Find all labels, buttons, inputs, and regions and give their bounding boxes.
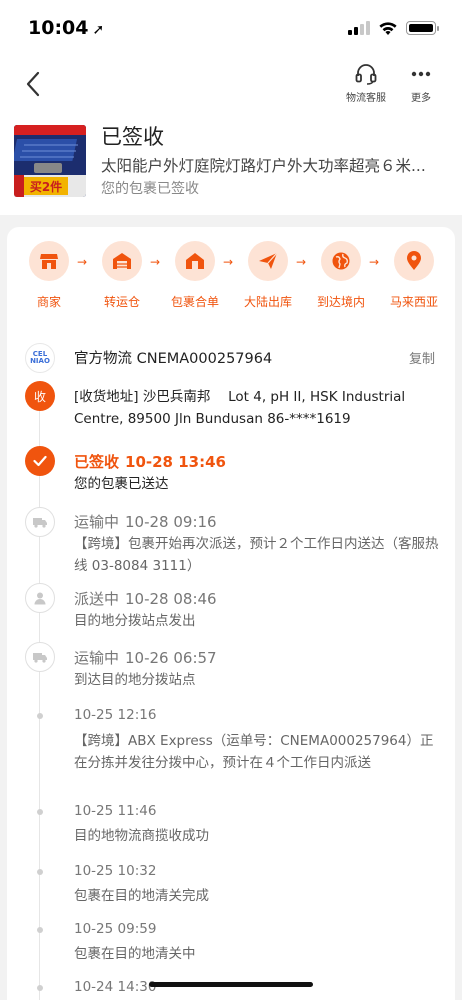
location-pin-icon xyxy=(394,241,434,281)
battery-icon xyxy=(406,21,439,35)
courier-person-icon xyxy=(25,583,55,613)
product-thumbnail[interactable]: 买2件 xyxy=(14,125,86,197)
more-button[interactable]: 更多 xyxy=(409,62,433,104)
step-label: 转运仓 xyxy=(103,295,140,309)
timeline-dot xyxy=(37,713,43,719)
truck-icon xyxy=(25,642,55,672)
event-time: 10-25 09:59 xyxy=(74,921,157,937)
event-description: 包裹在目的地清关完成 xyxy=(74,888,209,904)
check-icon xyxy=(25,446,55,476)
solar-lamp-image: 买2件 xyxy=(14,125,86,197)
event-title: 派送中 10-28 08:46 xyxy=(74,590,217,608)
step-arrived-domestic: 到达境内 xyxy=(304,241,378,310)
cellular-signal-icon xyxy=(348,21,370,35)
timeline-line xyxy=(39,399,40,1000)
step-label: 到达境内 xyxy=(316,295,365,309)
shipping-address: [收货地址] 沙巴兵南邦 Lot 4, pH II, HSK Industria… xyxy=(74,389,406,427)
event-description: 目的地分拨站点发出 xyxy=(74,613,196,629)
delivery-status-title: 已签收 xyxy=(101,125,164,149)
location-arrow-icon: ➚ xyxy=(92,22,105,38)
back-button[interactable] xyxy=(18,66,48,102)
package-merge-icon xyxy=(175,241,215,281)
step-label: 大陆出库 xyxy=(243,295,292,309)
step-mainland-departure: 大陆出库 xyxy=(231,241,305,310)
event-title: 运输中 10-26 06:57 xyxy=(74,649,217,667)
event-time: 10-25 10:32 xyxy=(74,863,157,879)
timeline-dot xyxy=(37,985,43,991)
nav-bar: 物流客服 更多 xyxy=(0,56,462,111)
step-malaysia: 马来西亚 xyxy=(377,241,451,310)
step-label: 马来西亚 xyxy=(389,295,438,309)
event-description: 到达目的地分拨站点 xyxy=(74,672,196,688)
timeline-dot xyxy=(37,869,43,875)
delivery-status-subtitle: 您的包裹已签收 xyxy=(101,181,199,197)
plane-icon xyxy=(248,241,288,281)
tracking-timeline: 收 [收货地址] 沙巴兵南邦 Lot 4, pH II, HSK Industr… xyxy=(7,377,455,1000)
headset-icon xyxy=(355,64,377,85)
tracking-number: 官方物流 CNEMA000257964 xyxy=(74,351,273,367)
copy-button[interactable]: 复制 xyxy=(409,348,435,367)
step-transfer-warehouse: 转运仓 xyxy=(85,241,159,310)
event-description: 【跨境】包裹开始再次派送，预计２个工作日内送达（客服热线 03-8084 311… xyxy=(74,536,439,574)
receive-address-icon: 收 xyxy=(25,381,55,411)
more-label: 更多 xyxy=(411,93,431,104)
timeline-dot xyxy=(37,809,43,815)
event-title: 已签收 10-28 13:46 xyxy=(74,453,226,471)
more-dots-icon xyxy=(411,71,431,77)
logistics-service-button[interactable]: 物流客服 xyxy=(346,62,386,104)
order-header: 买2件 已签收 太阳能户外灯庭院灯路灯户外大功率超亮６米... 您的包裹已签收 xyxy=(0,111,462,215)
event-time: 10-24 14:30 xyxy=(74,979,157,995)
shop-icon xyxy=(29,241,69,281)
svg-text:买2件: 买2件 xyxy=(30,179,62,194)
carrier-logo: CEL NIAO xyxy=(25,343,55,373)
status-bar: 10:04 ➚ xyxy=(0,0,462,56)
step-label: 包裹合单 xyxy=(170,295,219,309)
wifi-icon xyxy=(379,21,397,35)
chevron-left-icon xyxy=(26,71,40,97)
home-indicator[interactable] xyxy=(149,982,313,987)
event-title: 运输中 10-28 09:16 xyxy=(74,513,217,531)
step-label: 商家 xyxy=(36,295,61,309)
event-description: 【跨境】ABX Express（运单号：CNEMA000257964）正在分拣并… xyxy=(74,733,434,771)
logistics-card: 商家 → 转运仓 → 包裹合单 → 大陆出库 → 到达境内 → 马来西亚 CEL… xyxy=(7,227,455,1000)
globe-icon xyxy=(321,241,361,281)
logistics-service-label: 物流客服 xyxy=(346,93,386,104)
truck-icon xyxy=(25,507,55,537)
clock: 10:04 ➚ xyxy=(28,17,105,39)
carrier-row: CEL NIAO 官方物流 CNEMA000257964 复制 xyxy=(21,343,441,373)
warehouse-icon xyxy=(102,241,142,281)
logistics-progress-steps: 商家 → 转运仓 → 包裹合单 → 大陆出库 → 到达境内 → 马来西亚 xyxy=(7,241,455,321)
timeline-dot xyxy=(37,927,43,933)
event-description: 您的包裹已送达 xyxy=(74,476,169,492)
step-package-merge: 包裹合单 xyxy=(158,241,232,310)
event-description: 包裹在目的地清关中 xyxy=(74,946,196,962)
product-name[interactable]: 太阳能户外灯庭院灯路灯户外大功率超亮６米... xyxy=(101,154,441,176)
event-description: 目的地物流商揽收成功 xyxy=(74,828,209,844)
step-merchant: 商家 xyxy=(12,241,86,310)
event-time: 10-25 11:46 xyxy=(74,803,157,819)
event-time: 10-25 12:16 xyxy=(74,707,157,723)
